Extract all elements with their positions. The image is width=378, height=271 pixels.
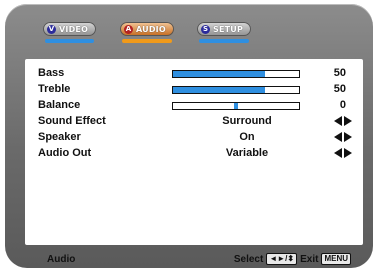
tab-setup-underline xyxy=(199,39,250,43)
audio-out-label: Audio Out xyxy=(38,147,92,159)
audio-tab-icon: A xyxy=(124,24,133,34)
footer-title: Audio xyxy=(47,254,76,265)
settings-panel: Bass 50 Treble 50 Balance 0 Sound Effect… xyxy=(25,59,363,245)
left-right-arrows-icon[interactable] xyxy=(334,132,352,142)
video-tab-icon: V xyxy=(47,24,56,34)
sound-effect-label: Sound Effect xyxy=(38,115,106,127)
treble-value: 50 xyxy=(333,83,346,95)
speaker-value: On xyxy=(239,131,255,143)
exit-label: Exit xyxy=(300,253,319,265)
setting-row-audio-out[interactable]: Audio Out Variable xyxy=(38,147,358,163)
balance-slider[interactable] xyxy=(172,102,300,110)
balance-label: Balance xyxy=(38,99,81,111)
setting-row-sound-effect[interactable]: Sound Effect Surround xyxy=(38,115,358,131)
bass-value: 50 xyxy=(333,67,346,79)
treble-slider-fill xyxy=(173,87,265,93)
tab-video[interactable]: V VIDEO xyxy=(43,18,97,43)
setting-row-speaker[interactable]: Speaker On xyxy=(38,131,358,147)
tab-audio-label: AUDIO xyxy=(136,24,166,34)
tab-setup[interactable]: S SETUP xyxy=(197,18,252,43)
osd-menu-frame: V VIDEO A AUDIO S SETUP Bass 50 Treble 5… xyxy=(5,4,373,268)
tab-audio-underline xyxy=(122,39,172,43)
tab-video-label: VIDEO xyxy=(59,24,89,34)
audio-out-value: Variable xyxy=(225,147,269,159)
setup-tab-icon: S xyxy=(201,24,210,34)
bass-slider-fill xyxy=(173,71,265,77)
balance-slider-marker xyxy=(234,103,238,109)
tab-setup-label: SETUP xyxy=(213,24,244,34)
setting-row-balance[interactable]: Balance 0 xyxy=(38,99,358,115)
setting-row-treble[interactable]: Treble 50 xyxy=(38,83,358,99)
menu-key-icon: MENU xyxy=(321,253,351,265)
tab-audio[interactable]: A AUDIO xyxy=(120,18,174,43)
select-keys-icon: ◄►/⬍ xyxy=(266,253,298,265)
left-right-arrows-icon[interactable] xyxy=(334,148,352,158)
bass-label: Bass xyxy=(38,67,65,79)
tab-video-underline xyxy=(45,39,95,43)
balance-value: 0 xyxy=(339,99,346,111)
left-right-arrows-icon[interactable] xyxy=(334,116,352,126)
treble-slider[interactable] xyxy=(172,86,300,94)
bass-slider[interactable] xyxy=(172,70,300,78)
footer-bar: Audio Select ◄►/⬍ Exit MENU xyxy=(23,251,353,267)
treble-label: Treble xyxy=(38,83,71,95)
speaker-label: Speaker xyxy=(38,131,81,143)
sound-effect-value: Surround xyxy=(222,115,272,127)
select-label: Select xyxy=(233,253,264,265)
setting-row-bass[interactable]: Bass 50 xyxy=(38,67,358,83)
footer-hint: Select ◄►/⬍ Exit MENU xyxy=(234,253,351,265)
